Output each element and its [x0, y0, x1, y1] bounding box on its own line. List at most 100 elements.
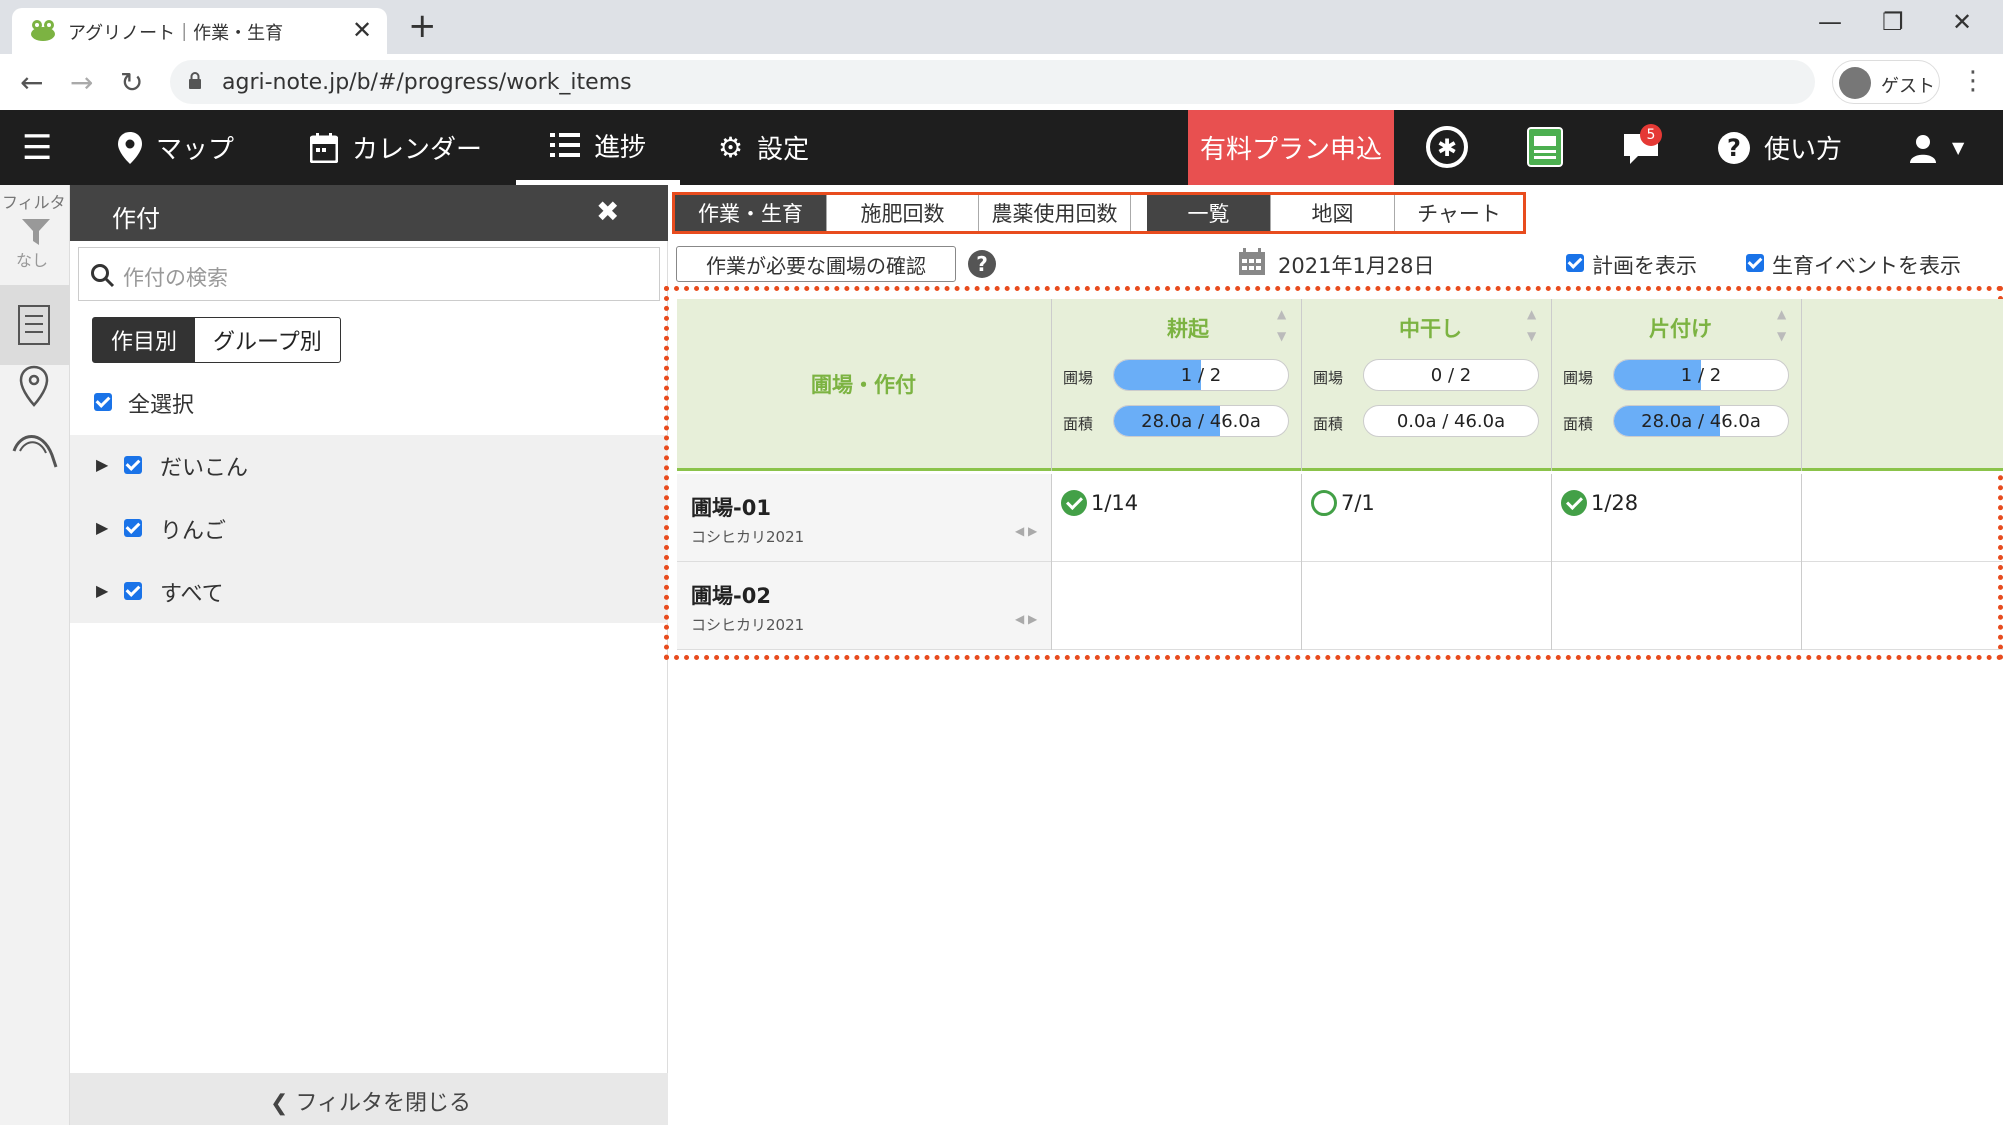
nav-map[interactable]: マップ [118, 110, 234, 185]
close-filter-button[interactable]: ❮ フィルタを閉じる [70, 1073, 668, 1125]
expand-arrow-icon[interactable]: ▶ [96, 581, 108, 600]
profile-button[interactable]: ゲスト [1832, 60, 1940, 104]
tab-chart[interactable]: チャート [1395, 195, 1523, 231]
toggle-by-crop[interactable]: 作目別 [93, 318, 196, 362]
crop-checkbox[interactable] [124, 582, 142, 600]
book-icon[interactable] [1522, 124, 1568, 170]
lock-icon [189, 72, 201, 89]
tab-map[interactable]: 地図 [1271, 195, 1395, 231]
help-icon[interactable]: ? [968, 250, 996, 278]
forward-arrow-icon[interactable]: → [70, 66, 93, 99]
field-progress-pill: 1 / 2 [1613, 359, 1789, 391]
field-cell[interactable]: 圃場-02 コシヒカリ2021 ◀ ▶ [677, 562, 1051, 649]
tab-fertilizer-count[interactable]: 施肥回数 [827, 195, 979, 231]
question-circle-icon: ? [1718, 131, 1750, 164]
calendar-icon [310, 132, 338, 163]
select-all-checkbox[interactable] [94, 393, 112, 411]
profile-label: ゲスト [1881, 76, 1935, 97]
field-name: 圃場-02 [691, 584, 771, 608]
show-plan-label: 計画を表示 [1592, 254, 1697, 278]
grid-header: 圃場・作付 耕起 ▲ ▼ 圃場 1 / 2 面積 28.0a / 46.0a 中干… [677, 299, 2003, 471]
area-label: 面積 [1313, 415, 1344, 433]
nav-settings-label: 設定 [757, 135, 810, 165]
tab-work-growth[interactable]: 作業・生育 [675, 195, 827, 231]
calendar-icon[interactable] [1238, 248, 1266, 276]
sort-arrows-icon[interactable]: ▲ ▼ [1527, 303, 1536, 347]
nav-settings[interactable]: ⚙ 設定 [718, 110, 809, 185]
area-progress-text: 0.0a / 46.0a [1396, 410, 1506, 432]
sort-arrows-icon[interactable]: ▲ ▼ [1777, 303, 1786, 347]
show-events-checkbox[interactable] [1746, 254, 1764, 272]
url-input[interactable]: agri-note.jp/b/#/progress/work_items [170, 60, 1815, 104]
nav-calendar[interactable]: カレンダー [310, 110, 482, 185]
toggle-by-group[interactable]: グループ別 [195, 318, 340, 362]
field-progress-pill: 0 / 2 [1363, 359, 1539, 391]
area-label: 面積 [1063, 415, 1094, 433]
expand-arrow-icon[interactable]: ▶ [96, 455, 108, 474]
column-title[interactable]: 片付け [1649, 313, 1712, 343]
sickle-icon[interactable] [12, 429, 58, 469]
crop-checkbox[interactable] [124, 456, 142, 474]
crop-label: すべて [160, 582, 224, 607]
nav-help[interactable]: ? 使い方 [1718, 110, 1842, 185]
location-pin-icon[interactable] [18, 365, 50, 407]
check-fields-button[interactable]: 作業が必要な圃場の確認 [676, 246, 956, 282]
browser-menu-icon[interactable]: ⋮ [1960, 66, 1986, 96]
new-tab-icon[interactable]: + [408, 6, 437, 46]
app-header: ☰ マップ カレンダー 進捗 ⚙ 設定 有料プラン申込 ✱ ? 使い方 ▼ [0, 110, 2003, 185]
filter-panel-header: 作付 ✖ [70, 185, 668, 241]
filter-panel-title: 作付 [112, 205, 160, 233]
browser-tab[interactable]: アグリノート｜作業・生育 ✕ [12, 8, 387, 54]
paid-plan-button[interactable]: 有料プラン申込 [1188, 110, 1394, 185]
funnel-icon[interactable] [22, 219, 50, 245]
area-progress-pill: 28.0a / 46.0a [1113, 405, 1289, 437]
crop-label: だいこん [160, 456, 249, 481]
reload-icon[interactable]: ↻ [120, 66, 143, 99]
show-plan-checkbox[interactable] [1566, 254, 1584, 272]
scroll-arrows-icon[interactable]: ◀ ▶ [1015, 524, 1037, 538]
chevron-left-icon: ❮ [270, 1091, 296, 1116]
search-placeholder: 作付の検索 [123, 266, 228, 290]
column-title[interactable]: 中干し [1399, 313, 1462, 343]
user-menu[interactable]: ▼ [1908, 110, 1964, 185]
filter-panel: 作付 ✖ 作付の検索 作目別 グループ別 全選択 ▶ だいこん ▶ りんご ▶ … [70, 185, 668, 1125]
search-icon [91, 264, 115, 288]
crop-checkbox[interactable] [124, 519, 142, 537]
expand-arrow-icon[interactable]: ▶ [96, 518, 108, 537]
tab-gap [1131, 195, 1147, 231]
document-icon [18, 305, 50, 345]
field-progress-pill: 1 / 2 [1113, 359, 1289, 391]
work-status-cell[interactable]: 7/1 [1311, 490, 1375, 516]
restore-icon[interactable]: ❐ [1882, 8, 1904, 36]
filter-label: フィルタ [2, 193, 66, 212]
agri-service-icon[interactable]: ✱ [1424, 124, 1470, 170]
column-title[interactable]: 耕起 [1167, 313, 1209, 343]
tab-pesticide-count[interactable]: 農薬使用回数 [979, 195, 1131, 231]
caret-down-icon: ▼ [1952, 138, 1965, 157]
close-icon[interactable]: ✖ [596, 195, 619, 228]
address-bar: ← → ↻ agri-note.jp/b/#/progress/work_ite… [0, 54, 2003, 110]
field-progress-text: 1 / 2 [1180, 364, 1222, 386]
window-close-icon[interactable]: ✕ [1952, 8, 1972, 36]
browser-tab-strip: アグリノート｜作業・生育 ✕ + — ❐ ✕ [0, 0, 2003, 54]
close-tab-icon[interactable]: ✕ [352, 16, 372, 44]
work-status-cell[interactable]: 1/28 [1561, 490, 1638, 516]
back-arrow-icon[interactable]: ← [20, 66, 43, 99]
crop-search-input[interactable]: 作付の検索 [78, 247, 660, 301]
field-cell[interactable]: 圃場-01 コシヒカリ2021 ◀ ▶ [677, 474, 1051, 561]
profile-avatar-icon [1839, 67, 1871, 99]
area-progress-pill: 0.0a / 46.0a [1363, 405, 1539, 437]
scroll-arrows-icon[interactable]: ◀ ▶ [1015, 612, 1037, 626]
field-progress-text: 0 / 2 [1430, 364, 1472, 386]
field-name: 圃場-01 [691, 496, 771, 520]
tab-list[interactable]: 一覧 [1147, 195, 1271, 231]
date-display[interactable]: 2021年1月28日 [1278, 250, 1435, 280]
list-tool[interactable] [0, 285, 70, 365]
row-header-label: 圃場・作付 [811, 373, 916, 397]
menu-toggle-icon[interactable]: ☰ [22, 110, 52, 185]
work-status-cell[interactable]: 1/14 [1061, 490, 1138, 516]
minimize-icon[interactable]: — [1818, 8, 1842, 36]
sort-arrows-icon[interactable]: ▲ ▼ [1277, 303, 1286, 347]
nav-progress[interactable]: 進捗 [516, 110, 681, 185]
work-date: 7/1 [1341, 491, 1375, 515]
